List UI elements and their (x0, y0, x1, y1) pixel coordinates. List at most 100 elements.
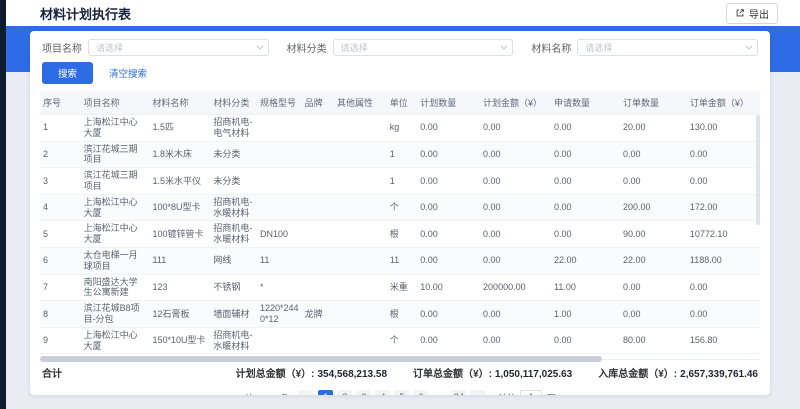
table-cell (334, 301, 387, 328)
table-cell: 上海松江中心大厦 (81, 194, 150, 221)
table-cell: 上海松江中心大厦 (81, 221, 150, 248)
filter-actions: 搜索 清空搜索 (40, 62, 760, 91)
column-header: 订单数量 (620, 91, 687, 115)
pagination-pages: 123456...84 (318, 390, 466, 395)
goto-prefix: 前往 (497, 391, 516, 395)
table-cell: 0.00 (480, 327, 551, 354)
chevron-down-icon (256, 43, 263, 50)
table-cell (257, 168, 302, 195)
column-header: 项目名称 (81, 91, 150, 115)
table-cell: 0.00 (551, 327, 620, 354)
table-cell: 龙牌 (302, 301, 334, 328)
table-cell: 100*8U型卡 (150, 194, 211, 221)
export-button[interactable]: 导出 (726, 3, 778, 24)
summary-row: 合计 计划总金额（¥）:354,568,213.58 订单总金额（¥）:1,05… (40, 359, 760, 385)
filter-material-name: 材料名称 请选择 (531, 39, 758, 56)
order-total: 订单总金额（¥）:1,050,117,025.63 (413, 365, 572, 380)
table-cell: 1.8米木床 (150, 141, 211, 168)
table-cell: 2 (40, 141, 81, 168)
filter-label: 项目名称 (42, 40, 82, 55)
select-placeholder: 请选择 (341, 41, 368, 54)
table-cell: 0.00 (417, 247, 480, 274)
table-cell (302, 168, 334, 195)
table-cell: 130.00 (687, 115, 760, 142)
filter-project-name: 项目名称 请选择 (42, 39, 269, 56)
filter-label: 材料分类 (287, 40, 327, 55)
table-cell: 招商机电-水暖材料 (210, 327, 257, 354)
table-cell (257, 141, 302, 168)
table-cell: DN100 (257, 221, 302, 248)
table-cell: 未分类 (210, 168, 257, 195)
table-row: 7南阳盛达大学生公寓新建123不锈钢*米重10.00200000.0011.00… (40, 274, 760, 301)
table-cell (302, 115, 334, 142)
table-cell: 个 (387, 194, 417, 221)
pagination-page-4[interactable]: 4 (375, 390, 390, 395)
table-cell (302, 141, 334, 168)
table-cell: 172.00 (687, 194, 760, 221)
table-cell: 0.00 (417, 327, 480, 354)
table-cell: 0.00 (417, 115, 480, 142)
pagination-page-84[interactable]: 84 (451, 390, 466, 395)
table-cell: 滨江花城三期项目 (81, 141, 150, 168)
vertical-scrollbar[interactable] (756, 115, 760, 225)
table-cell: 0.00 (417, 301, 480, 328)
table-cell: 5 (40, 221, 81, 248)
filter-material-category: 材料分类 请选择 (287, 39, 514, 56)
material-category-select[interactable]: 请选择 (333, 39, 514, 56)
table-cell: * (257, 274, 302, 301)
table-cell: 10.00 (417, 274, 480, 301)
chevron-down-icon (501, 43, 508, 50)
pagination-prev-button[interactable]: ‹ (299, 390, 314, 395)
table-cell: 3 (40, 168, 81, 195)
pagination-page-2[interactable]: 2 (337, 390, 352, 395)
pagination-page-3[interactable]: 3 (356, 390, 371, 395)
search-button[interactable]: 搜索 (42, 62, 93, 84)
column-header: 品牌 (302, 91, 334, 115)
table-cell (257, 327, 302, 354)
table-cell: 太仓电梯一月球项目 (81, 247, 150, 274)
table-cell (257, 115, 302, 142)
table-row: 4上海松江中心大厦100*8U型卡招商机电-水暖材料个0.000.000.002… (40, 194, 760, 221)
pagination-page-6[interactable]: 6 (413, 390, 428, 395)
pagination-next-button[interactable]: › (470, 390, 485, 395)
column-header: 材料分类 (210, 91, 257, 115)
table-cell: 90.00 (620, 221, 687, 248)
column-header: 材料名称 (150, 91, 211, 115)
table-cell: 150*10U型卡 (150, 327, 211, 354)
table-cell: 未分类 (210, 141, 257, 168)
material-name-select[interactable]: 请选择 (577, 39, 758, 56)
table-cell: 0.00 (417, 221, 480, 248)
table-cell: 0.00 (417, 194, 480, 221)
pagination-page-1[interactable]: 1 (318, 390, 333, 395)
select-placeholder: 请选择 (96, 41, 123, 54)
project-name-select[interactable]: 请选择 (88, 39, 269, 56)
table-cell: 滨江花城三期项目 (81, 168, 150, 195)
horizontal-scrollbar-thumb[interactable] (40, 356, 602, 362)
table-cell: 0.00 (687, 141, 760, 168)
table-cell: 20.00 (620, 115, 687, 142)
table-cell: 米重 (387, 274, 417, 301)
table-cell: 1 (387, 141, 417, 168)
table-cell: 9 (40, 327, 81, 354)
goto-suffix: 页 (546, 391, 556, 395)
table-cell: 招商机电-水暖材料 (210, 221, 257, 248)
goto-page: 前往 页 (497, 390, 556, 395)
table-row: 6太仓电梯一月球项目111网线11110.000.0022.0022.00118… (40, 247, 760, 274)
select-placeholder: 请选择 (585, 41, 612, 54)
table-cell: 1 (387, 168, 417, 195)
pagination-page-5[interactable]: 5 (394, 390, 409, 395)
table-cell: 200000.00 (480, 274, 551, 301)
table-cell: 0.00 (480, 141, 551, 168)
topbar: 材料计划执行表 导出 (6, 0, 800, 26)
table-cell: 0.00 (480, 194, 551, 221)
table-cell (257, 194, 302, 221)
table-header-row: 序号项目名称材料名称材料分类规格型号品牌其他属性单位计划数量计划金额（¥）申请数… (40, 91, 760, 115)
table-cell (302, 221, 334, 248)
table-cell: 0.00 (417, 168, 480, 195)
table-cell: 0.00 (551, 221, 620, 248)
table-cell: 南阳盛达大学生公寓新建 (81, 274, 150, 301)
clear-search-link[interactable]: 清空搜索 (109, 66, 147, 80)
goto-page-input[interactable] (520, 390, 542, 395)
column-header: 其他属性 (334, 91, 387, 115)
table-cell: 0.00 (551, 141, 620, 168)
